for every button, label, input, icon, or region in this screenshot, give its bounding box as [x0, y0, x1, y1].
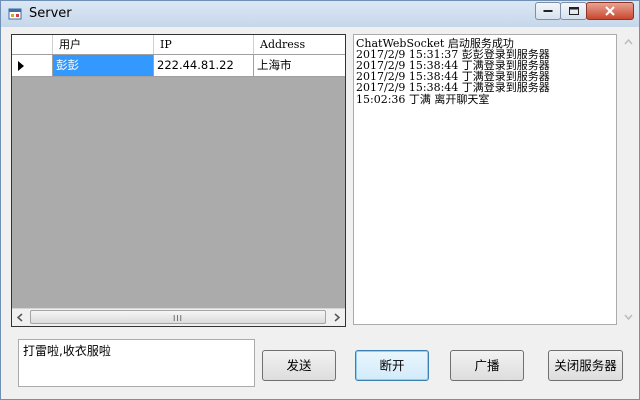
- maximize-icon: [568, 7, 579, 15]
- chevron-right-icon: [334, 313, 341, 322]
- cell-ip[interactable]: 222.44.81.22: [154, 55, 254, 76]
- grid-corner-cell[interactable]: [12, 35, 53, 54]
- minimize-icon: [543, 10, 553, 12]
- log-vertical-scrollbar[interactable]: [620, 34, 637, 325]
- scroll-right-button[interactable]: [328, 309, 345, 326]
- chevron-left-icon: [16, 313, 23, 322]
- current-row-arrow-icon: [18, 61, 24, 71]
- window-title: Server: [29, 6, 72, 21]
- column-header-address[interactable]: Address: [254, 35, 345, 54]
- minimize-button[interactable]: [535, 2, 561, 20]
- user-grid[interactable]: 用户 IP Address 彭彭 222.44.81.22 上海市 III: [11, 34, 346, 327]
- close-button[interactable]: [586, 2, 634, 20]
- thumb-grip: III: [172, 314, 184, 323]
- close-server-button[interactable]: 关闭服务器: [548, 350, 623, 381]
- log-textbox[interactable]: ChatWebSocket 启动服务成功 2017/2/9 15:31:37 彭…: [353, 34, 617, 325]
- table-row[interactable]: 彭彭 222.44.81.22 上海市: [12, 55, 345, 77]
- column-header-user[interactable]: 用户: [53, 35, 154, 54]
- row-header[interactable]: [12, 55, 53, 76]
- grid-header: 用户 IP Address: [12, 35, 345, 55]
- scroll-left-button[interactable]: [12, 309, 29, 326]
- chevron-down-icon: [624, 314, 633, 321]
- disconnect-button[interactable]: 断开: [355, 350, 429, 381]
- server-window: Server 用户 IP Address 彭彭 222.44.81.22 上海市: [0, 0, 640, 400]
- maximize-button[interactable]: [560, 2, 587, 20]
- chevron-up-icon: [624, 38, 633, 45]
- app-icon: [8, 8, 22, 20]
- message-input[interactable]: 打雷啦,收衣服啦: [18, 339, 255, 387]
- cell-address[interactable]: 上海市: [254, 55, 345, 76]
- send-button[interactable]: 发送: [262, 350, 336, 381]
- scroll-thumb[interactable]: III: [30, 310, 326, 324]
- log-line: 15:02:36 丁满 离开聊天室: [356, 93, 490, 106]
- column-header-ip[interactable]: IP: [154, 35, 254, 54]
- cell-user[interactable]: 彭彭: [53, 55, 154, 76]
- scroll-down-button[interactable]: [620, 308, 637, 325]
- broadcast-button[interactable]: 广播: [450, 350, 524, 381]
- title-bar[interactable]: Server: [1, 1, 639, 27]
- horizontal-scrollbar[interactable]: III: [12, 308, 345, 326]
- scroll-up-button[interactable]: [620, 34, 637, 51]
- close-icon: [605, 6, 615, 16]
